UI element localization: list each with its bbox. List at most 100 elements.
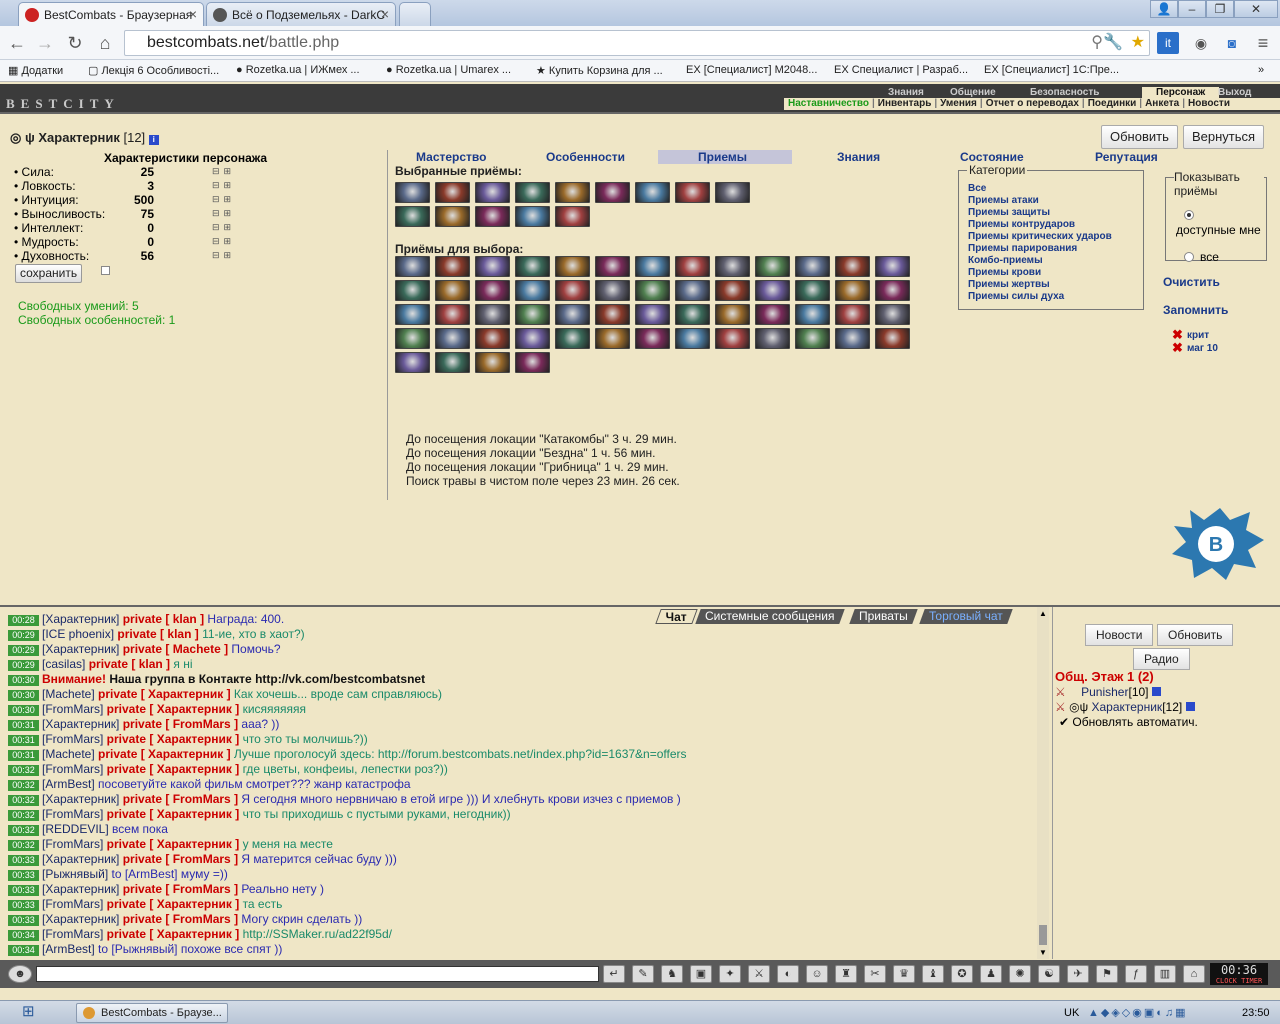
trick-icon[interactable] <box>395 328 430 349</box>
chat-scrollbar[interactable]: ▲ ▼ <box>1037 607 1049 959</box>
trick-icon[interactable] <box>715 256 750 277</box>
trick-icon[interactable] <box>755 304 790 325</box>
trick-icon[interactable] <box>595 328 630 349</box>
message-author[interactable]: [FromMars] <box>42 927 107 941</box>
trick-icon[interactable] <box>515 352 550 373</box>
tab-features[interactable]: Особенности <box>546 150 625 164</box>
trick-icon[interactable] <box>875 256 910 277</box>
trick-icon[interactable] <box>835 280 870 301</box>
browser-tab-bestcombats[interactable]: BestCombats - Браузерная × <box>18 2 204 26</box>
trick-icon[interactable] <box>755 256 790 277</box>
trick-icon[interactable] <box>675 256 710 277</box>
online-refresh-button[interactable]: Обновить <box>1157 624 1234 646</box>
message-time[interactable]: 00:33 <box>8 900 39 911</box>
delete-icon[interactable]: ✖ <box>1172 340 1183 356</box>
message-author[interactable]: [ArmBest] <box>42 777 98 791</box>
toolbar-action-icon[interactable]: ♝ <box>922 965 944 983</box>
sub-menu-item[interactable]: Анкета <box>1145 98 1179 109</box>
message-time[interactable]: 00:33 <box>8 885 39 896</box>
trick-icon[interactable] <box>635 304 670 325</box>
trick-icon[interactable] <box>555 206 590 227</box>
toolbar-action-icon[interactable]: ♛ <box>893 965 915 983</box>
saved-set-link[interactable]: крит <box>1187 330 1209 341</box>
top-menu-item[interactable]: Выход <box>1218 87 1251 98</box>
trick-icon[interactable] <box>595 182 630 203</box>
sub-menu-item[interactable]: Отчет о переводах <box>986 98 1079 109</box>
clear-link[interactable]: Очистить <box>1163 275 1220 289</box>
message-author[interactable]: [FromMars] <box>42 807 107 821</box>
address-bar[interactable]: bestcombats.net/battle.php ⚲ 🔧 ★ <box>124 30 1150 56</box>
toolbar-action-icon[interactable]: ✂ <box>864 965 886 983</box>
refresh-button[interactable]: Обновить <box>1101 125 1178 149</box>
message-time[interactable]: 00:32 <box>8 780 39 791</box>
top-menu-item[interactable]: Безопасность <box>1030 87 1099 98</box>
message-author[interactable]: [FromMars] <box>42 897 107 911</box>
chat-tab-chat[interactable]: Чат <box>655 609 698 624</box>
back-arrow-icon[interactable]: ← <box>6 32 28 54</box>
category-link[interactable]: Все <box>968 183 986 194</box>
category-link[interactable]: Приемы защиты <box>968 207 1050 218</box>
chat-tab-trade[interactable]: Торговый чат <box>919 609 1013 624</box>
extension-icon[interactable]: ◙ <box>1221 32 1243 54</box>
trick-icon[interactable] <box>475 352 510 373</box>
user-icon[interactable]: 👤 <box>1150 0 1178 18</box>
trick-icon[interactable] <box>395 206 430 227</box>
message-author[interactable]: [FromMars] <box>42 732 107 746</box>
bookmark-item[interactable]: ▢ Лекція 6 Особливості... <box>88 64 219 77</box>
trick-icon[interactable] <box>635 256 670 277</box>
windows-start-icon[interactable]: ⊞ <box>22 1002 35 1020</box>
auto-refresh[interactable]: ✔ Обновлять автоматич. <box>1059 715 1198 729</box>
trick-icon[interactable] <box>395 280 430 301</box>
message-author[interactable]: [Характерник] <box>42 852 123 866</box>
trick-icon[interactable] <box>715 280 750 301</box>
trick-icon[interactable] <box>555 256 590 277</box>
stat-plus-minus-icon[interactable]: ⊟⊞ <box>212 236 235 247</box>
online-user[interactable]: ⚔ ◎ψ Характерник[12] <box>1055 700 1195 714</box>
trick-icon[interactable] <box>555 182 590 203</box>
radio-button[interactable]: Радио <box>1133 648 1190 670</box>
message-time[interactable]: 00:32 <box>8 765 39 776</box>
trick-icon[interactable] <box>435 182 470 203</box>
trick-icon[interactable] <box>755 328 790 349</box>
toolbar-action-icon[interactable]: ▥ <box>1154 965 1176 983</box>
trick-icon[interactable] <box>875 304 910 325</box>
close-tab-icon[interactable]: × <box>189 6 197 22</box>
news-button[interactable]: Новости <box>1085 624 1154 646</box>
stat-plus-minus-icon[interactable]: ⊟⊞ <box>212 208 235 219</box>
message-author[interactable]: [Machete] <box>42 747 98 761</box>
toolbar-action-icon[interactable]: ♜ <box>835 965 857 983</box>
trick-icon[interactable] <box>435 328 470 349</box>
stat-plus-minus-icon[interactable]: ⊟⊞ <box>212 250 235 261</box>
search-icon[interactable]: ⚲ <box>1091 31 1103 55</box>
top-menu-item[interactable]: Знания <box>888 87 924 98</box>
category-link[interactable]: Комбо-приемы <box>968 255 1043 266</box>
sub-menu-item[interactable]: Новости <box>1188 98 1230 109</box>
message-time[interactable]: 00:34 <box>8 945 39 956</box>
message-time[interactable]: 00:31 <box>8 720 39 731</box>
top-menu-item[interactable]: Общение <box>950 87 996 98</box>
trick-icon[interactable] <box>515 182 550 203</box>
message-time[interactable]: 00:32 <box>8 840 39 851</box>
trick-icon[interactable] <box>475 182 510 203</box>
close-tab-icon[interactable]: × <box>381 6 389 22</box>
tab-state[interactable]: Состояние <box>960 150 1024 164</box>
trick-icon[interactable] <box>555 328 590 349</box>
trick-icon[interactable] <box>675 182 710 203</box>
back-button[interactable]: Вернуться <box>1183 125 1265 149</box>
toolbar-action-icon[interactable]: ⚔ <box>748 965 770 983</box>
trick-icon[interactable] <box>795 328 830 349</box>
toolbar-action-icon[interactable]: ⌂ <box>1183 965 1205 983</box>
message-time[interactable]: 00:33 <box>8 915 39 926</box>
trick-icon[interactable] <box>635 280 670 301</box>
trick-icon[interactable] <box>795 280 830 301</box>
message-author[interactable]: [Характерник] <box>42 717 123 731</box>
sub-menu-item[interactable]: Умения <box>940 98 977 109</box>
trick-icon[interactable] <box>515 304 550 325</box>
bookmark-item[interactable]: ★ Купить Корзина для ... <box>536 64 663 77</box>
message-author[interactable]: [Рыжнявый] <box>42 867 112 881</box>
trick-icon[interactable] <box>435 352 470 373</box>
trick-icon[interactable] <box>475 304 510 325</box>
save-checkbox[interactable] <box>101 266 110 275</box>
tab-tricks[interactable]: Приемы <box>658 150 792 164</box>
toolbar-action-icon[interactable]: ↵ <box>603 965 625 983</box>
